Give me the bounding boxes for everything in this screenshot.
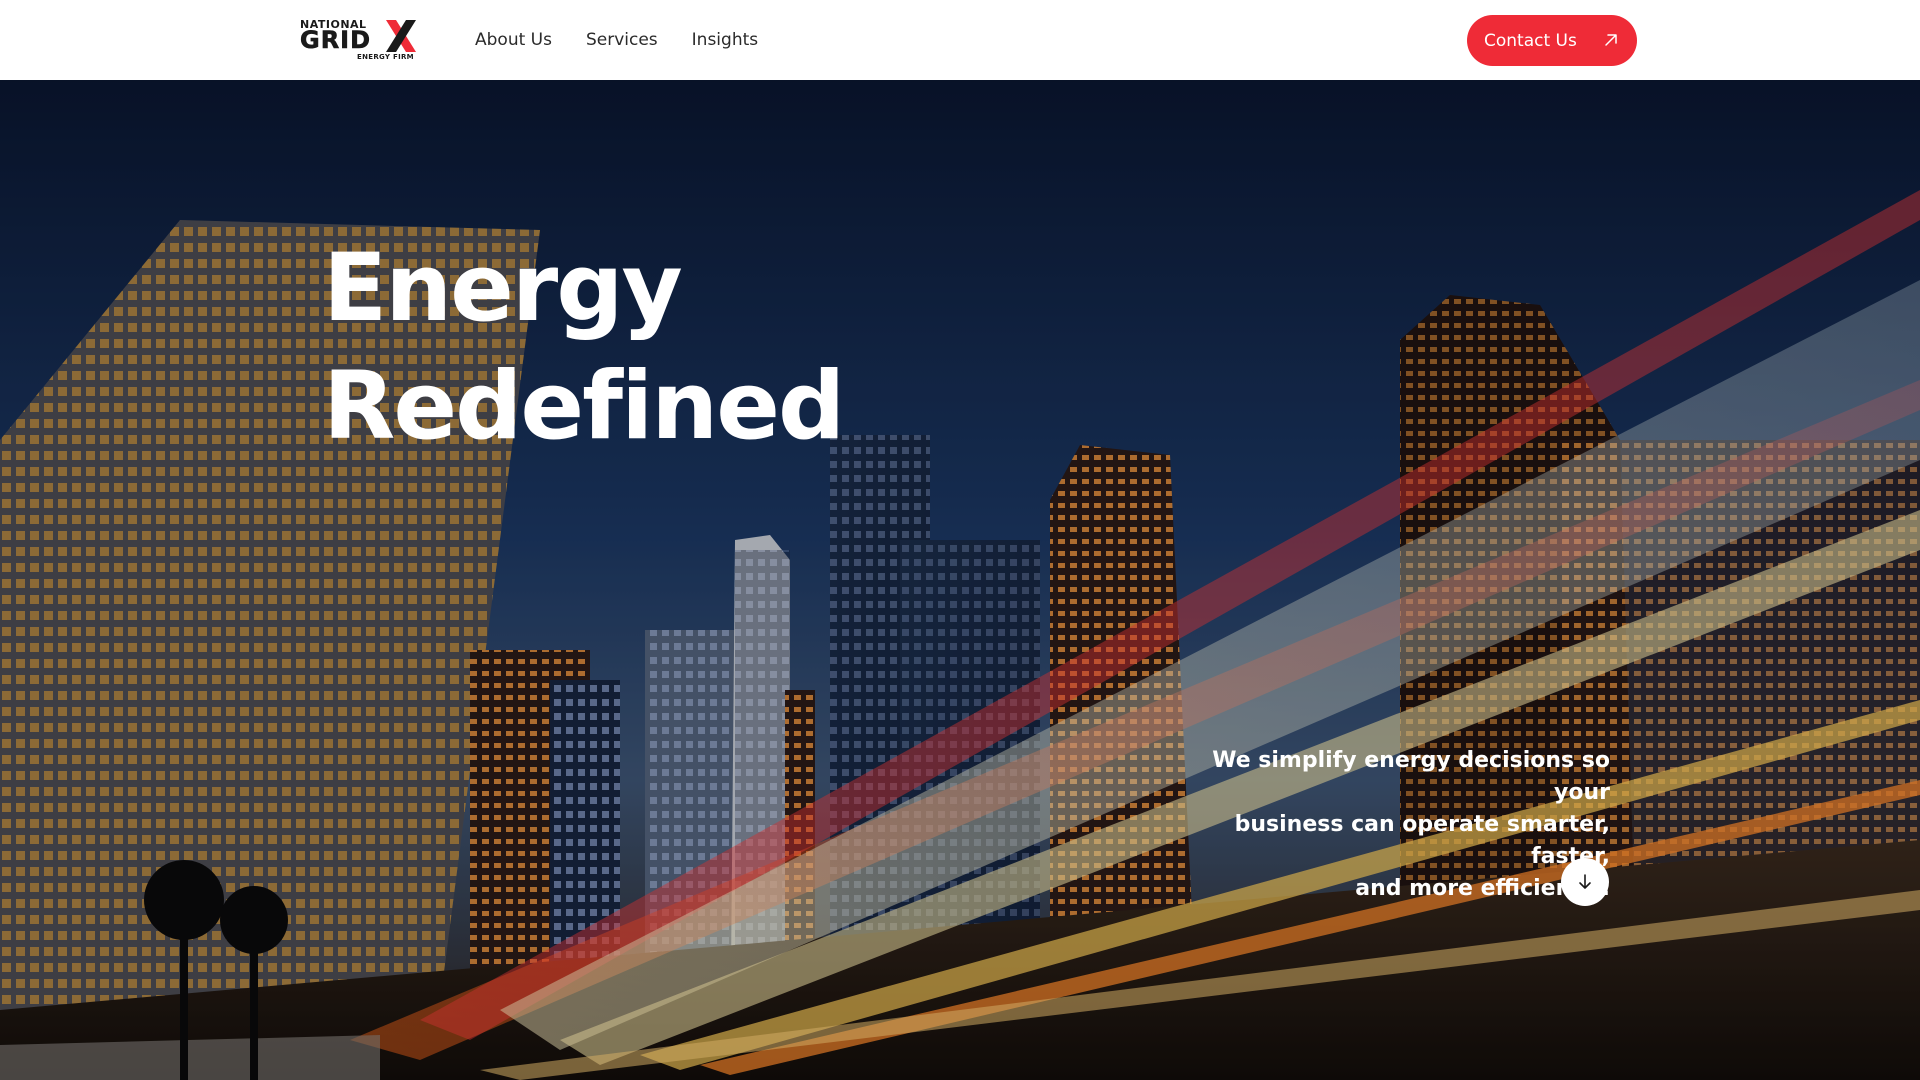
contact-us-button[interactable]: Contact Us [1467,15,1637,66]
nav-item-about-us[interactable]: About Us [475,30,552,50]
site-header: NATIONAL GRID ENERGY FIRM About Us Servi… [0,0,1920,80]
nav-item-insights[interactable]: Insights [692,30,758,50]
logo-line2: GRID [300,26,372,55]
logo-line3: ENERGY FIRM [357,53,414,61]
arrow-up-right-icon [1605,34,1617,46]
hero-tagline-line2: business can operate smarter, faster, [1234,812,1610,869]
hero-tagline-line1: We simplify energy decisions so your [1212,748,1610,805]
hero-tagline: We simplify energy decisions so your bus… [1160,745,1610,905]
hero-headline: Energy Redefined [323,230,845,466]
scroll-down-button[interactable] [1561,858,1609,906]
hero-overlay [0,80,1920,1080]
nav-item-services[interactable]: Services [586,30,658,50]
hero-section: Energy Redefined We simplify energy deci… [0,80,1920,1080]
arrow-down-icon [1579,874,1591,889]
hero-tagline-line3: and more efficiently. [1355,876,1610,901]
x-mark-icon [386,20,416,52]
brand-logo[interactable]: NATIONAL GRID ENERGY FIRM [300,18,420,64]
contact-us-label: Contact Us [1484,30,1577,51]
main-nav: About Us Services Insights [475,0,758,80]
hero-headline-line1: Energy [323,234,683,343]
hero-headline-line2: Redefined [323,352,845,461]
